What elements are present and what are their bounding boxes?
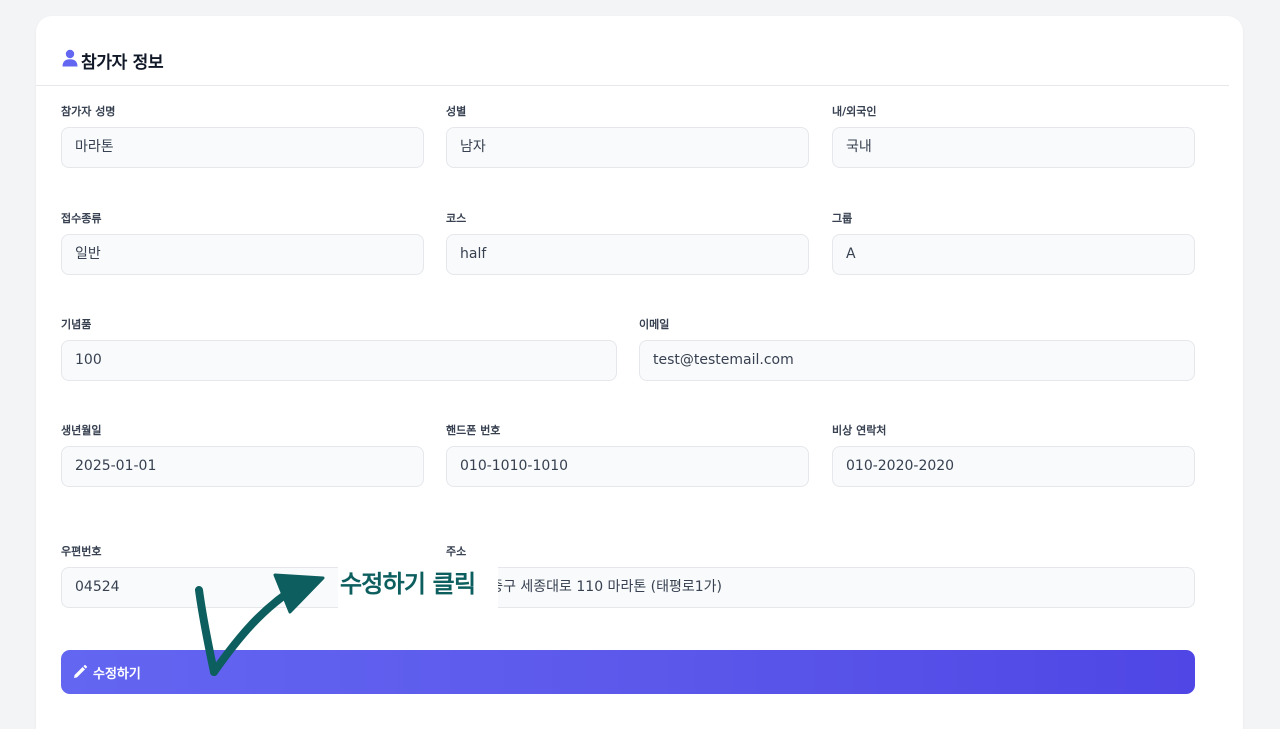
address-label: 주소 xyxy=(446,545,467,558)
group-label: 그룹 xyxy=(832,212,853,225)
birthdate-input[interactable]: 2025-01-01 xyxy=(61,446,424,487)
card-header: 참가자 정보 xyxy=(36,16,1229,86)
phone-input[interactable]: 010-1010-1010 xyxy=(446,446,809,487)
email-input[interactable]: test@testemail.com xyxy=(639,340,1195,381)
registration-type-label: 접수종류 xyxy=(61,212,102,225)
field-group: 그룹 A xyxy=(832,212,1195,275)
registration-type-input[interactable]: 일반 xyxy=(61,234,424,275)
field-nationality: 내/외국인 국내 xyxy=(832,105,1195,168)
field-email: 이메일 test@testemail.com xyxy=(639,318,1195,381)
souvenir-input[interactable]: 100 xyxy=(61,340,617,381)
emergency-contact-label: 비상 연락처 xyxy=(832,424,887,437)
name-label: 참가자 성명 xyxy=(61,105,116,118)
birthdate-label: 생년월일 xyxy=(61,424,102,437)
field-course: 코스 half xyxy=(446,212,809,275)
participant-info-card: 참가자 정보 참가자 성명 마라톤 성별 남자 내/외국인 국내 접수종류 일반… xyxy=(36,16,1243,729)
name-input[interactable]: 마라톤 xyxy=(61,127,424,168)
annotation-label: 수정하기 클릭 xyxy=(338,562,498,608)
course-input[interactable]: half xyxy=(446,234,809,275)
field-phone: 핸드폰 번호 010-1010-1010 xyxy=(446,424,809,487)
address-input[interactable]: 서울 중구 세종대로 110 마라톤 (태평로1가) xyxy=(446,567,1195,608)
pencil-icon xyxy=(74,665,87,678)
phone-label: 핸드폰 번호 xyxy=(446,424,501,437)
gender-input[interactable]: 남자 xyxy=(446,127,809,168)
page-title: 참가자 정보 xyxy=(81,53,164,73)
field-emergency-contact: 비상 연락처 010-2020-2020 xyxy=(832,424,1195,487)
group-input[interactable]: A xyxy=(832,234,1195,275)
email-label: 이메일 xyxy=(639,318,670,331)
course-label: 코스 xyxy=(446,212,467,225)
postal-code-label: 우편번호 xyxy=(61,545,102,558)
souvenir-label: 기념품 xyxy=(61,318,92,331)
gender-label: 성별 xyxy=(446,105,467,118)
edit-submit-button[interactable]: 수정하기 xyxy=(61,650,1195,694)
field-registration-type: 접수종류 일반 xyxy=(61,212,424,275)
field-address: 주소 서울 중구 세종대로 110 마라톤 (태평로1가) xyxy=(446,545,1195,608)
nationality-input[interactable]: 국내 xyxy=(832,127,1195,168)
emergency-contact-input[interactable]: 010-2020-2020 xyxy=(832,446,1195,487)
field-name: 참가자 성명 마라톤 xyxy=(61,105,424,168)
field-birthdate: 생년월일 2025-01-01 xyxy=(61,424,424,487)
edit-submit-label: 수정하기 xyxy=(93,666,141,682)
user-icon xyxy=(62,49,78,67)
field-souvenir: 기념품 100 xyxy=(61,318,617,381)
field-gender: 성별 남자 xyxy=(446,105,809,168)
nationality-label: 내/외국인 xyxy=(832,105,877,118)
